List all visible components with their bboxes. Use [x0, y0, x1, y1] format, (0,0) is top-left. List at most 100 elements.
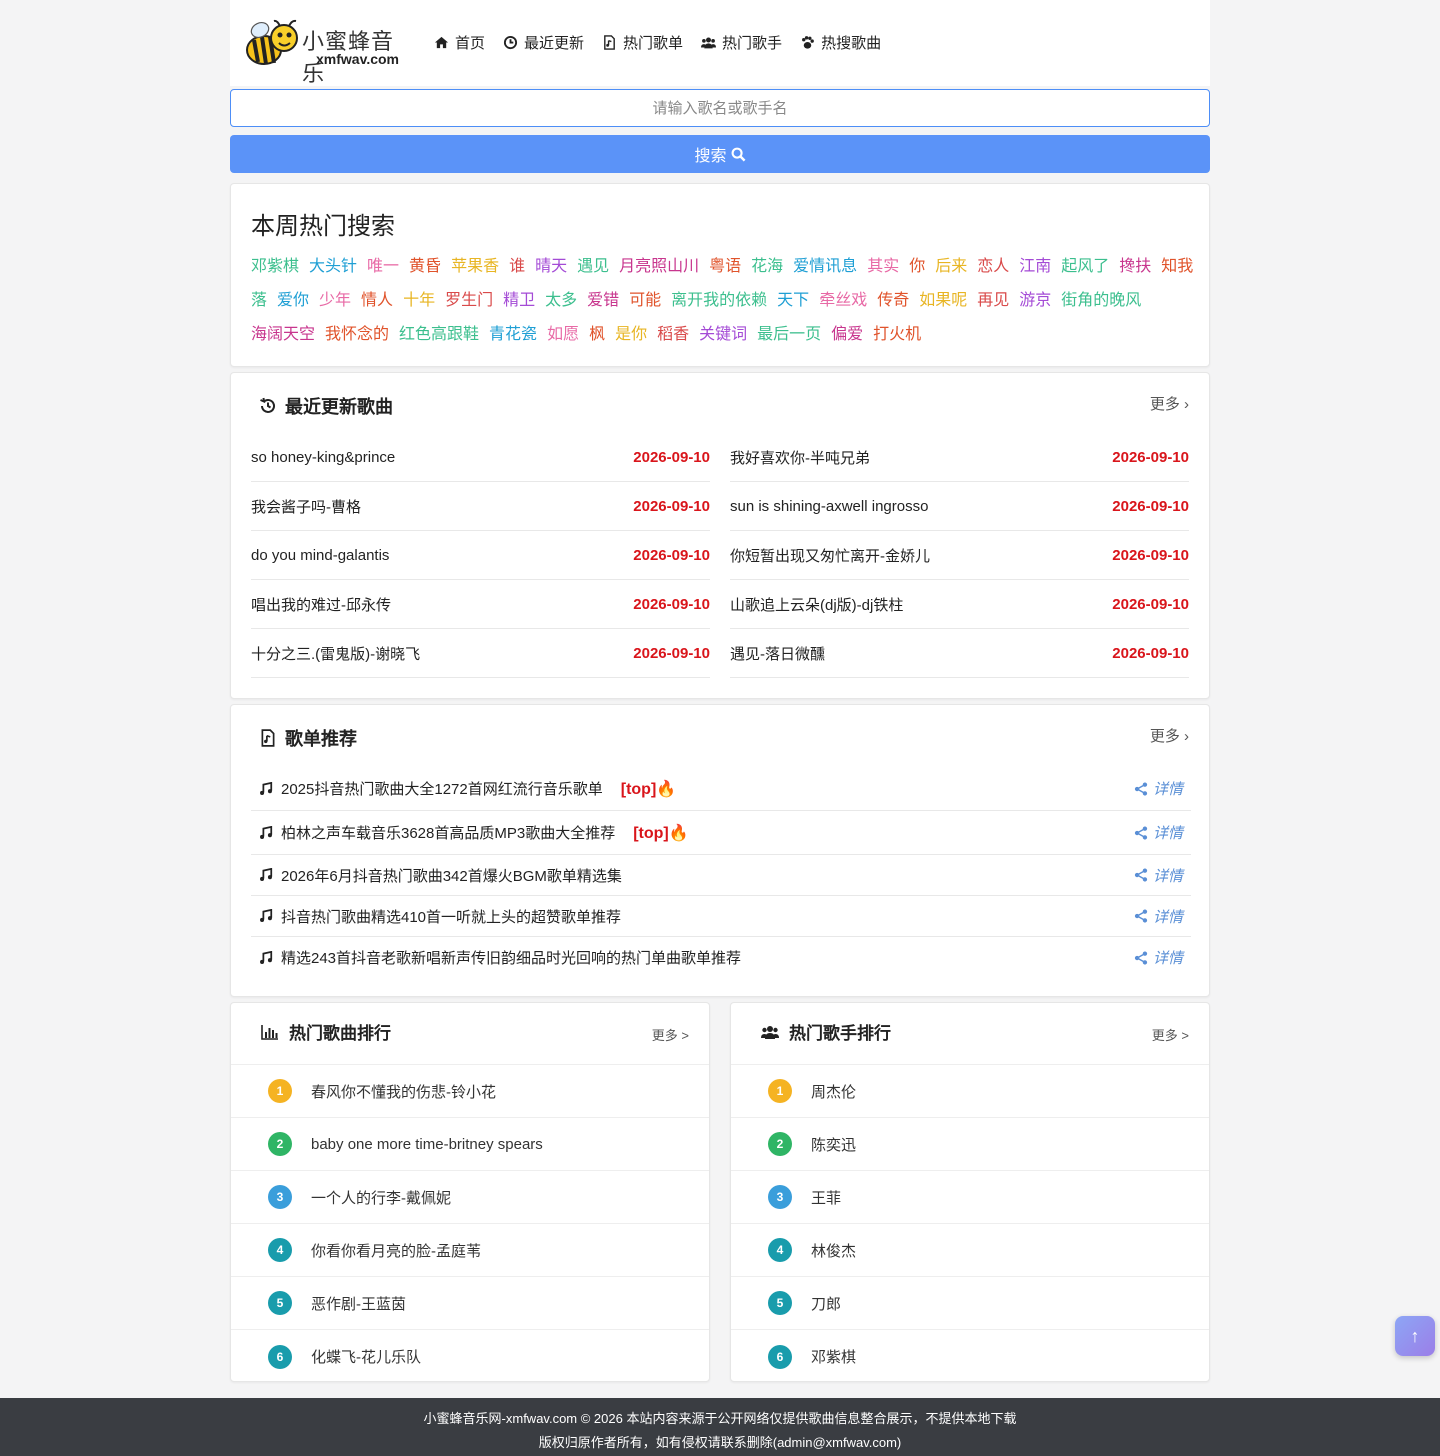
hot-search-tag[interactable]: 偏爱: [831, 318, 863, 352]
search-input[interactable]: [230, 89, 1210, 127]
rank-row[interactable]: 6 化蝶飞-花儿乐队: [231, 1330, 709, 1383]
hot-search-tag[interactable]: 我怀念的: [325, 318, 389, 352]
hot-search-tag[interactable]: 大头针: [309, 250, 357, 284]
hot-search-tag[interactable]: 稻香: [657, 318, 689, 352]
hot-search-tag[interactable]: 枫: [589, 318, 605, 352]
playlist-detail-link[interactable]: 详情: [1134, 947, 1183, 968]
rank-row[interactable]: 6 邓紫棋: [731, 1330, 1209, 1383]
rank-name: 一个人的行李-戴佩妮: [311, 1189, 451, 1207]
latest-song-row[interactable]: 你短暂出现又匆忙离开-金娇儿 2026-09-10: [730, 531, 1189, 580]
hot-search-tag[interactable]: 粤语: [709, 250, 741, 284]
hot-search-tag[interactable]: 邓紫棋: [251, 250, 299, 284]
hot-search-tag[interactable]: 知我: [1161, 250, 1193, 284]
latest-song-row[interactable]: 山歌追上云朵(dj版)-dj铁柱 2026-09-10: [730, 580, 1189, 629]
rank-number-badge: 3: [768, 1185, 792, 1209]
hot-search-tag[interactable]: 再见: [977, 284, 1009, 318]
singer-rank-more-link[interactable]: 更多 >: [1152, 1025, 1189, 1044]
playlist-detail-link[interactable]: 详情: [1134, 778, 1183, 799]
song-rank-more-link[interactable]: 更多 >: [652, 1025, 689, 1044]
playlist-detail-link[interactable]: 详情: [1134, 906, 1183, 927]
hot-search-tag[interactable]: 恋人: [977, 250, 1009, 284]
search-button[interactable]: 搜索: [230, 135, 1210, 173]
hot-search-tag[interactable]: 江南: [1019, 250, 1051, 284]
hot-search-tag[interactable]: 谁: [509, 250, 525, 284]
rank-row[interactable]: 2 baby one more time-britney spears: [231, 1118, 709, 1171]
nav-latest[interactable]: 最近更新: [503, 32, 584, 53]
rank-row[interactable]: 1 春风你不懂我的伤悲-铃小花: [231, 1065, 709, 1118]
hot-search-tag[interactable]: 起风了: [1061, 250, 1109, 284]
hot-search-tag[interactable]: 离开我的依赖: [671, 284, 767, 318]
hot-search-tag[interactable]: 太多: [545, 284, 577, 318]
hot-search-tag[interactable]: 爱你: [277, 284, 309, 318]
hot-search-tag[interactable]: 爱情讯息: [793, 250, 857, 284]
playlists-more-link[interactable]: 更多 ›: [1150, 725, 1189, 746]
latest-song-row[interactable]: 我会酱子吗-曹格 2026-09-10: [251, 482, 710, 531]
playlist-row[interactable]: 柏林之声车载音乐3628首高品质MP3歌曲大全推荐 [top]🔥 详情: [251, 811, 1191, 855]
hot-search-tag[interactable]: 唯一: [367, 250, 399, 284]
hot-search-tag[interactable]: 如愿: [547, 318, 579, 352]
nav-singers[interactable]: 热门歌手: [701, 32, 782, 53]
playlist-detail-link[interactable]: 详情: [1134, 822, 1183, 843]
hot-search-tag[interactable]: 青花瓷: [489, 318, 537, 352]
latest-song-row[interactable]: sun is shining-axwell ingrosso 2026-09-10: [730, 482, 1189, 531]
hot-search-tag[interactable]: 落: [251, 284, 267, 318]
hot-search-tag[interactable]: 你: [909, 250, 925, 284]
playlist-row[interactable]: 抖音热门歌曲精选410首一听就上头的超赞歌单推荐 详情: [251, 896, 1191, 937]
hot-search-tag[interactable]: 可能: [629, 284, 661, 318]
hot-search-tag[interactable]: 苹果香: [451, 250, 499, 284]
back-to-top-button[interactable]: ↑: [1395, 1316, 1435, 1356]
latest-song-row[interactable]: 十分之三.(雷鬼版)-谢晓飞 2026-09-10: [251, 629, 710, 678]
hot-search-tag[interactable]: 红色高跟鞋: [399, 318, 479, 352]
latest-more-link[interactable]: 更多 ›: [1150, 393, 1189, 414]
rank-row[interactable]: 2 陈奕迅: [731, 1118, 1209, 1171]
hot-search-tag[interactable]: 如果呢: [919, 284, 967, 318]
hot-search-tag[interactable]: 后来: [935, 250, 967, 284]
hot-search-tag[interactable]: 遇见: [577, 250, 609, 284]
hot-search-tag[interactable]: 晴天: [535, 250, 567, 284]
nav-home[interactable]: 首页: [434, 32, 485, 53]
rank-row[interactable]: 4 你看你看月亮的脸-孟庭苇: [231, 1224, 709, 1277]
hot-search-tag[interactable]: 花海: [751, 250, 783, 284]
hot-search-tag[interactable]: 街角的晚风: [1061, 284, 1141, 318]
hot-search-tag[interactable]: 游京: [1019, 284, 1051, 318]
playlist-row[interactable]: 2025抖音热门歌曲大全1272首网红流行音乐歌单 [top]🔥 详情: [251, 767, 1191, 811]
hot-search-tag[interactable]: 搀扶: [1119, 250, 1151, 284]
rank-row[interactable]: 4 林俊杰: [731, 1224, 1209, 1277]
playlist-row[interactable]: 精选243首抖音老歌新唱新声传旧韵细品时光回响的热门单曲歌单推荐 详情: [251, 937, 1191, 978]
hot-search-tag[interactable]: 其实: [867, 250, 899, 284]
latest-song-row[interactable]: 唱出我的难过-邱永传 2026-09-10: [251, 580, 710, 629]
rank-row[interactable]: 5 刀郎: [731, 1277, 1209, 1330]
hot-search-tag[interactable]: 传奇: [877, 284, 909, 318]
playlist-row[interactable]: 2026年6月抖音热门歌曲342首爆火BGM歌单精选集 详情: [251, 855, 1191, 896]
hot-search-tag[interactable]: 海阔天空: [251, 318, 315, 352]
hot-search-tag[interactable]: 牵丝戏: [819, 284, 867, 318]
music-note-icon: [260, 909, 273, 922]
song-name: 山歌追上云朵(dj版)-dj铁柱: [730, 596, 904, 614]
hot-search-tag[interactable]: 关键词: [699, 318, 747, 352]
nav-hot-searches[interactable]: 热搜歌曲: [800, 32, 881, 53]
hot-search-tag[interactable]: 爱错: [587, 284, 619, 318]
nav-playlists[interactable]: 热门歌单: [602, 32, 683, 53]
rank-row[interactable]: 5 恶作剧-王蓝茵: [231, 1277, 709, 1330]
hot-search-tag[interactable]: 黄昏: [409, 250, 441, 284]
site-logo[interactable]: 小蜜蜂音乐 xmfwav.com: [244, 18, 414, 86]
hot-search-tag[interactable]: 最后一页: [757, 318, 821, 352]
hot-search-tag[interactable]: 是你: [615, 318, 647, 352]
hot-search-tag[interactable]: 少年: [319, 284, 351, 318]
hot-search-tag[interactable]: 打火机: [873, 318, 921, 352]
hot-search-tag[interactable]: 月亮照山川: [619, 250, 699, 284]
playlist-detail-link[interactable]: 详情: [1134, 865, 1183, 886]
hot-search-tag[interactable]: 天下: [777, 284, 809, 318]
rank-row[interactable]: 3 一个人的行李-戴佩妮: [231, 1171, 709, 1224]
latest-song-row[interactable]: 我好喜欢你-半吨兄弟 2026-09-10: [730, 433, 1189, 482]
rank-row[interactable]: 1 周杰伦: [731, 1065, 1209, 1118]
hot-search-tag[interactable]: 十年: [403, 284, 435, 318]
latest-song-row[interactable]: do you mind-galantis 2026-09-10: [251, 531, 710, 580]
hot-search-tag[interactable]: 情人: [361, 284, 393, 318]
latest-song-row[interactable]: so honey-king&prince 2026-09-10: [251, 433, 710, 482]
hot-search-tag[interactable]: 罗生门: [445, 284, 493, 318]
rank-row[interactable]: 3 王菲: [731, 1171, 1209, 1224]
hot-search-tag[interactable]: 精卫: [503, 284, 535, 318]
share-icon: [1134, 868, 1148, 882]
latest-song-row[interactable]: 遇见-落日微醺 2026-09-10: [730, 629, 1189, 678]
